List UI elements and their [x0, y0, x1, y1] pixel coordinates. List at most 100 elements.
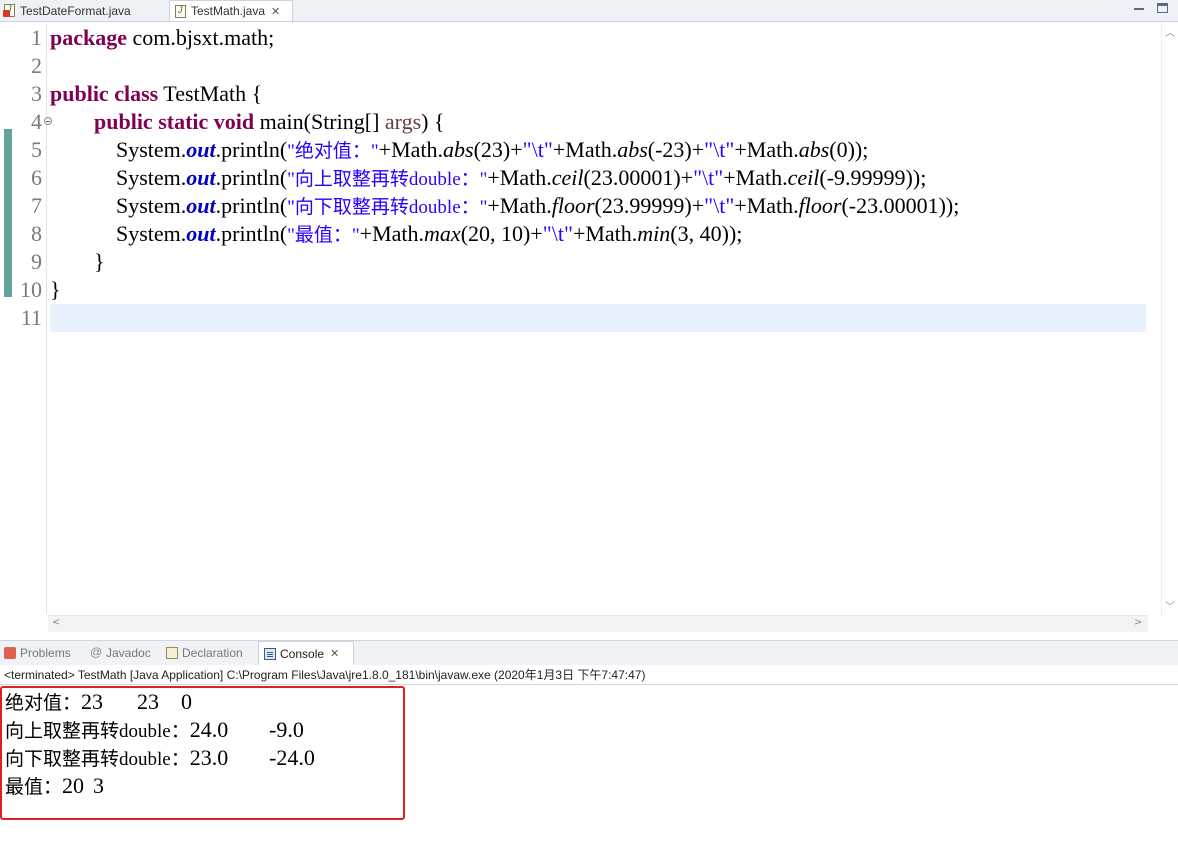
editor-tab-testmath[interactable]: TestMath.java ✕	[169, 0, 293, 21]
static-method: floor	[798, 193, 842, 218]
scroll-down-icon[interactable]: ﹀	[1165, 598, 1175, 613]
line-number: 2	[31, 53, 42, 78]
code-text: +Math.	[487, 165, 552, 190]
line-number: 5	[31, 137, 42, 162]
code-text: .println(	[215, 165, 288, 190]
code-text: TestMath {	[158, 81, 263, 106]
keyword: package	[50, 25, 127, 50]
line-number: 1	[31, 25, 42, 50]
code-text: System.	[116, 137, 187, 162]
string-literal: "向下取整再转double："	[287, 197, 488, 218]
change-ruler	[4, 129, 12, 297]
code-text: (-9.99999));	[819, 165, 927, 190]
code-line-11-current[interactable]	[50, 304, 1146, 332]
code-text: +Math.	[734, 137, 799, 162]
line-number: 11	[20, 305, 42, 330]
scroll-up-icon[interactable]: ︿	[1165, 24, 1175, 39]
parameter: args	[384, 109, 422, 134]
string-literal: "最值："	[287, 225, 360, 246]
static-method: ceil	[551, 165, 584, 190]
editor-tab-bar: TestDateFormat.java TestMath.java ✕	[0, 0, 1178, 22]
string-literal: "\t"	[704, 193, 735, 218]
code-text: +Math.	[734, 193, 799, 218]
view-tab-bar: Problems Javadoc Declaration Console ✕	[0, 640, 1178, 665]
keyword: public class	[50, 81, 159, 106]
string-literal: "\t"	[693, 165, 724, 190]
static-method: abs	[443, 137, 474, 162]
string-literal: "\t"	[704, 137, 735, 162]
error-overlay-icon	[3, 10, 10, 17]
code-line-3: public class TestMath {	[50, 80, 1146, 108]
line-number: 9	[31, 249, 42, 274]
code-text: main(String[]	[254, 109, 385, 134]
static-method: floor	[551, 193, 595, 218]
code-text: ) {	[421, 109, 445, 134]
horizontal-scrollbar[interactable]: < >	[48, 615, 1148, 632]
tab-declaration[interactable]: Declaration	[166, 641, 243, 665]
line-number: 8	[31, 221, 42, 246]
line-number-text: 4	[31, 109, 42, 134]
java-file-icon	[3, 4, 15, 17]
line-number: 10	[20, 277, 42, 302]
code-line-10: }	[50, 277, 61, 302]
code-editor[interactable]: 1 2 3 4 5 6 7 8 9 10 11 package com.bjsx…	[0, 22, 1162, 616]
code-text: (-23)+	[647, 137, 705, 162]
static-method: ceil	[787, 165, 820, 190]
code-line-7: System.out.println("向下取整再转double："+Math.…	[50, 192, 1146, 220]
code-text: System.	[116, 193, 187, 218]
window-controls	[1133, 2, 1168, 14]
vertical-scrollbar[interactable]: ︿ ﹀	[1161, 22, 1178, 616]
static-field: out	[186, 137, 216, 162]
close-tab-icon[interactable]: ✕	[330, 647, 339, 660]
code-area[interactable]: package com.bjsxt.math; public class Tes…	[50, 24, 1146, 332]
static-field: out	[186, 193, 216, 218]
keyword: public static void	[94, 109, 255, 134]
code-text: +Math.	[487, 193, 552, 218]
scroll-left-icon[interactable]: <	[52, 617, 60, 628]
highlight-annotation-box	[0, 686, 405, 820]
tab-label: Declaration	[182, 646, 243, 660]
code-line-4: public static void main(String[] args) {	[50, 108, 1146, 136]
scroll-right-icon[interactable]: >	[1134, 617, 1142, 628]
console-icon	[264, 647, 276, 660]
tab-label: Javadoc	[106, 646, 151, 660]
code-text: .println(	[215, 137, 288, 162]
code-line-6: System.out.println("向上取整再转double："+Math.…	[50, 164, 1146, 192]
code-text: +Math.	[378, 137, 444, 162]
close-tab-icon[interactable]: ✕	[271, 5, 280, 18]
declaration-icon	[166, 647, 178, 659]
divider	[0, 684, 1178, 685]
code-text: (3, 40));	[670, 221, 743, 246]
editor-tab-testdateformat[interactable]: TestDateFormat.java	[3, 0, 164, 21]
static-method: abs	[798, 137, 830, 162]
code-text: +Math.	[359, 221, 425, 246]
code-text: +Math.	[572, 221, 638, 246]
line-number: 4	[14, 108, 52, 136]
static-method: max	[424, 221, 461, 246]
minimize-icon[interactable]	[1133, 2, 1145, 14]
maximize-icon[interactable]	[1157, 3, 1168, 13]
java-file-icon	[175, 4, 186, 18]
tab-problems[interactable]: Problems	[4, 641, 71, 665]
static-method: min	[637, 221, 671, 246]
line-number-gutter: 1 2 3 4 5 6 7 8 9 10 11	[14, 24, 52, 614]
tab-label: Problems	[20, 646, 71, 660]
code-text: (23.99999)+	[594, 193, 705, 218]
code-line-8: System.out.println("最值："+Math.max(20, 10…	[50, 220, 1146, 248]
string-literal: "向上取整再转double："	[287, 169, 488, 190]
code-text: (0));	[829, 137, 869, 162]
console-process-label: <terminated> TestMath [Java Application]…	[4, 668, 646, 682]
line-number: 6	[31, 165, 42, 190]
code-text: com.bjsxt.math;	[127, 25, 275, 50]
javadoc-icon	[90, 645, 102, 659]
tab-javadoc[interactable]: Javadoc	[90, 641, 151, 665]
code-text: .println(	[215, 221, 288, 246]
code-text: (23)+	[473, 137, 523, 162]
code-text: .println(	[215, 193, 288, 218]
tab-console[interactable]: Console ✕	[258, 641, 354, 665]
editor-tab-label: TestDateFormat.java	[20, 3, 131, 18]
line-number: 3	[31, 81, 42, 106]
